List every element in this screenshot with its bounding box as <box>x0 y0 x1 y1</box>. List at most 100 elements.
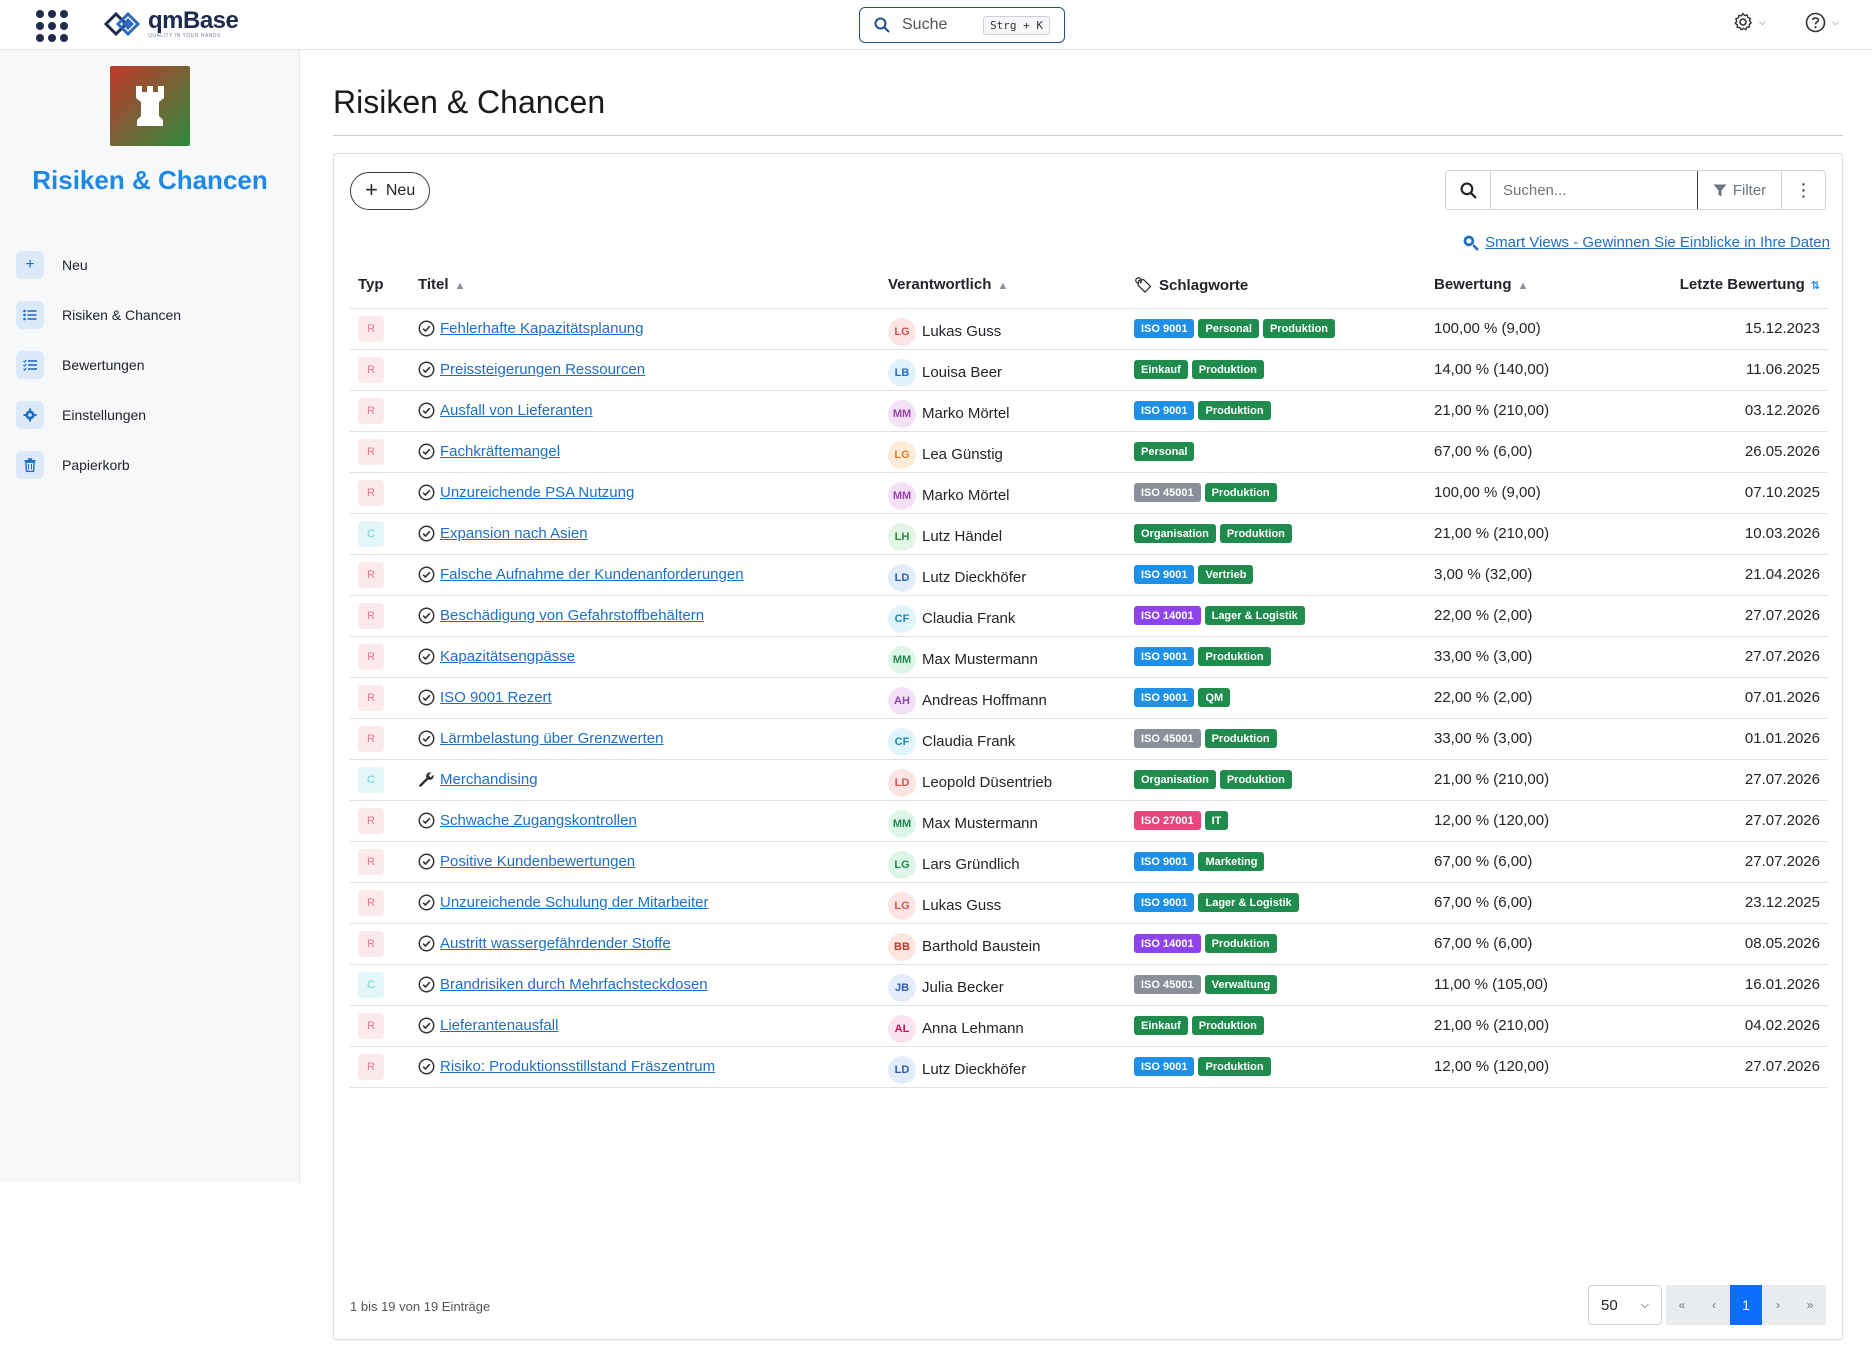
record-title-link[interactable]: Falsche Aufnahme der Kundenanforderungen <box>440 566 744 583</box>
avatar: LB <box>888 358 916 387</box>
column-header-letzte-bewertung[interactable]: Letzte Bewertung ⇅ <box>1626 262 1828 309</box>
avatar: CF <box>888 727 916 756</box>
table-row[interactable]: R Beschädigung von Gefahrstoffbehältern CF… <box>350 595 1828 637</box>
check-circle-icon <box>418 1058 435 1075</box>
record-title-link[interactable]: Unzureichende Schulung der Mitarbeiter <box>440 894 708 911</box>
sidebar-item-bewertungen[interactable]: Bewertungen <box>16 340 284 390</box>
check-circle-icon <box>418 320 435 337</box>
table-row[interactable]: R Kapazitätsengpässe MM Max Mustermann ISO 9… <box>350 636 1828 678</box>
responsible-name: Lukas Guss <box>922 897 1002 914</box>
record-title-link[interactable]: Lieferantenausfall <box>440 1017 558 1034</box>
table-row[interactable]: R Lieferantenausfall AL Anna Lehmann Einkauf… <box>350 1005 1828 1047</box>
record-title-link[interactable]: ISO 9001 Rezert <box>440 689 552 706</box>
record-title-link[interactable]: Beschädigung von Gefahrstoffbehältern <box>440 607 704 624</box>
first-page-button[interactable]: « <box>1666 1285 1698 1325</box>
table-row[interactable]: R Positive Kundenbewertungen LG Lars Gründl… <box>350 841 1828 883</box>
table-row[interactable]: R ISO 9001 Rezert AH Andreas Hoffmann ISO 90… <box>350 677 1828 719</box>
filter-button[interactable]: Filter <box>1697 171 1781 209</box>
avatar: LG <box>888 440 916 469</box>
typ-cell: R <box>350 390 410 432</box>
app-launcher-icon[interactable] <box>36 10 68 42</box>
responsible-cell: LD Leopold Düsentrieb <box>880 759 1126 801</box>
plus-icon: + <box>365 177 378 202</box>
title-cell: Brandrisiken durch Mehrfachsteckdosen <box>410 964 880 1006</box>
column-label: Letzte Bewertung <box>1679 276 1805 294</box>
table-row[interactable]: R Fachkräftemangel LG Lea Günstig Personal 67… <box>350 431 1828 473</box>
table-row[interactable]: R Fehlerhafte Kapazitätsplanung LG Lukas Gu… <box>350 308 1828 350</box>
typ-cell: R <box>350 1005 410 1047</box>
typ-cell: R <box>350 677 410 719</box>
column-header-titel[interactable]: Titel ▲︎ <box>410 262 880 309</box>
record-title-link[interactable]: Lärmbelastung über Grenzwerten <box>440 730 663 747</box>
table-row[interactable]: C Expansion nach Asien LH Lutz Händel Organi… <box>350 513 1828 555</box>
table-row[interactable]: C Brandrisiken durch Mehrfachsteckdosen JB… <box>350 964 1828 1006</box>
help-menu[interactable]: ⌵ <box>1805 12 1839 33</box>
rating-cell: 100,00 % (9,00) <box>1426 472 1626 514</box>
new-record-button[interactable]: + Neu <box>350 172 431 210</box>
page-1-button[interactable]: 1 <box>1730 1285 1762 1325</box>
typ-cell: R <box>350 554 410 596</box>
sidebar-item-risiken-chancen[interactable]: Risiken & Chancen <box>16 290 284 340</box>
gear-icon <box>16 401 44 429</box>
last-rating-date: 27.07.2026 <box>1626 636 1828 678</box>
tag-badge: ISO 9001 <box>1134 893 1195 912</box>
table-row[interactable]: C Merchandising LD Leopold Düsentrieb Organi… <box>350 759 1828 801</box>
tags-cell: ISO 9001 Marketing <box>1126 841 1426 883</box>
settings-menu[interactable]: ⌵ <box>1733 12 1766 32</box>
table-row[interactable]: R Ausfall von Lieferanten MM Marko Mörtel IS… <box>350 390 1828 432</box>
table-search-input[interactable] <box>1491 171 1697 209</box>
last-rating-date: 27.07.2026 <box>1626 1046 1828 1088</box>
next-page-button[interactable]: › <box>1762 1285 1794 1325</box>
table-row[interactable]: R Unzureichende PSA Nutzung MM Marko Mörtel… <box>350 472 1828 514</box>
typ-badge: R <box>358 397 384 424</box>
column-header-bewertung[interactable]: Bewertung ▲︎ <box>1426 262 1626 309</box>
record-title-link[interactable]: Fehlerhafte Kapazitätsplanung <box>440 320 643 337</box>
rating-cell: 21,00 % (210,00) <box>1426 759 1626 801</box>
record-title-link[interactable]: Ausfall von Lieferanten <box>440 402 593 419</box>
tag-badge: Organisation <box>1134 770 1216 789</box>
record-title-link[interactable]: Brandrisiken durch Mehrfachsteckdosen <box>440 976 708 993</box>
record-title-link[interactable]: Risiko: Produktionsstillstand Fräszentru… <box>440 1058 715 1075</box>
tags-cell: ISO 45001 Produktion <box>1126 718 1426 760</box>
previous-page-button[interactable]: ‹ <box>1698 1285 1730 1325</box>
rating-cell: 21,00 % (210,00) <box>1426 390 1626 432</box>
smart-views-link[interactable]: Smart Views - Gewinnen Sie Einblicke in … <box>1462 234 1830 251</box>
record-title-link[interactable]: Kapazitätsengpässe <box>440 648 575 665</box>
sidebar-item-einstellungen[interactable]: Einstellungen <box>16 390 284 440</box>
title-cell: Austritt wassergefährdender Stoffe <box>410 923 880 965</box>
module-title: Risiken & Chancen <box>32 165 268 195</box>
column-header-verantwortlich[interactable]: Verantwortlich ▲︎ <box>880 262 1126 309</box>
last-page-button[interactable]: » <box>1794 1285 1826 1325</box>
record-title-link[interactable]: Positive Kundenbewertungen <box>440 853 635 870</box>
record-title-link[interactable]: Expansion nach Asien <box>440 525 588 542</box>
avatar: CF <box>888 604 916 633</box>
typ-cell: R <box>350 1046 410 1088</box>
typ-badge: C <box>358 766 384 793</box>
table-row[interactable]: R Falsche Aufnahme der Kundenanforderunge… <box>350 554 1828 596</box>
tags-cell: ISO 27001 IT <box>1126 800 1426 842</box>
record-title-link[interactable]: Austritt wassergefährdender Stoffe <box>440 935 671 952</box>
rating-cell: 22,00 % (2,00) <box>1426 677 1626 719</box>
record-title-link[interactable]: Merchandising <box>440 771 538 788</box>
table-row[interactable]: R Preissteigerungen Ressourcen LB Louisa Be… <box>350 349 1828 391</box>
search-icon[interactable] <box>1446 171 1491 209</box>
record-title-link[interactable]: Schwache Zugangskontrollen <box>440 812 637 829</box>
page-title: Risiken & Chancen <box>333 84 606 120</box>
avatar: LG <box>888 850 916 879</box>
record-title-link[interactable]: Fachkräftemangel <box>440 443 560 460</box>
table-row[interactable]: R Austritt wassergefährdender Stoffe BB Bar… <box>350 923 1828 965</box>
table-row[interactable]: R Lärmbelastung über Grenzwerten CF Claudia… <box>350 718 1828 760</box>
global-search-button[interactable]: Suche Strg + K <box>859 7 1065 43</box>
sidebar-item-papierkorb[interactable]: Papierkorb <box>16 440 284 490</box>
page-size-select[interactable]: 50 ⌵ <box>1588 1285 1662 1325</box>
sidebar-item-neu[interactable]: + Neu <box>16 240 284 290</box>
title-cell: Expansion nach Asien <box>410 513 880 555</box>
table-row[interactable]: R Risiko: Produktionsstillstand Fräszentr… <box>350 1046 1828 1088</box>
qmbase-logo[interactable]: qmBase QUALITY IN YOUR HANDS <box>102 8 239 40</box>
table-row[interactable]: R Schwache Zugangskontrollen MM Max Musterm… <box>350 800 1828 842</box>
table-row[interactable]: R Unzureichende Schulung der Mitarbeiter L… <box>350 882 1828 924</box>
record-title-link[interactable]: Preissteigerungen Ressourcen <box>440 361 645 378</box>
tag-badge: ISO 9001 <box>1134 647 1195 666</box>
record-title-link[interactable]: Unzureichende PSA Nutzung <box>440 484 634 501</box>
more-options-icon[interactable]: ⋮ <box>1781 171 1825 209</box>
